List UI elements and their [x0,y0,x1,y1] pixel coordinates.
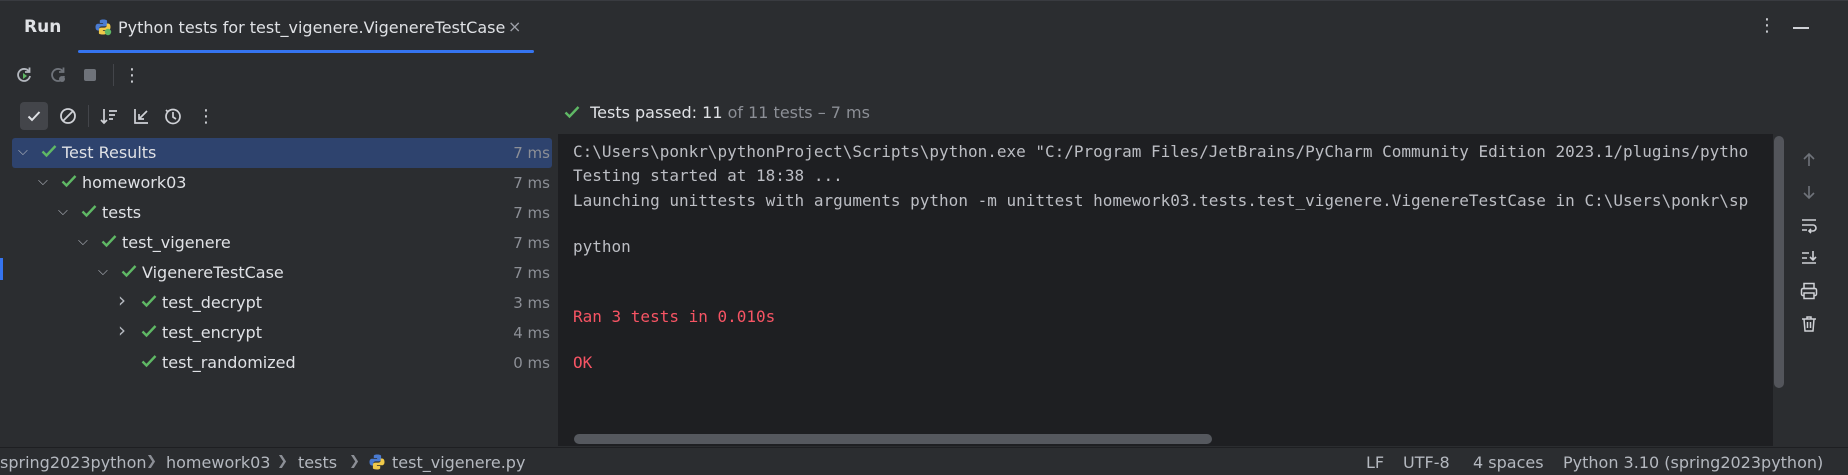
tree-node-duration: 7 ms [513,204,550,222]
tab-bar: Run Python tests for test_vigenere.Vigen… [0,0,1848,53]
tree-node[interactable]: › test_decrypt 3 ms [12,288,552,318]
run-tool-title: Run [24,17,62,37]
tree-node-duration: 7 ms [513,234,550,252]
breadcrumb-project[interactable]: spring2023python [0,453,147,472]
tree-node-label: tests [102,203,142,222]
tab-title: Python tests for test_vigenere.VigenereT… [118,18,506,37]
tree-node-label: Test Results [62,143,157,162]
tree-node-duration: 0 ms [513,354,550,372]
chevron-down-icon[interactable]: ⌵ [38,174,48,189]
tree-node-duration: 7 ms [513,174,550,192]
minimize-icon[interactable] [1793,27,1809,29]
chevron-down-icon[interactable]: ⌵ [78,234,88,249]
success-check-icon [140,293,158,313]
tree-node[interactable]: ⌵ VigenereTestCase 7 ms [12,258,552,288]
tree-node-label: homework03 [82,173,187,192]
arrow-up-icon[interactable] [1797,148,1821,172]
tree-node-duration: 3 ms [513,294,550,312]
success-check-icon [40,143,58,163]
interpreter-widget[interactable]: Python 3.10 (spring2023python) [1563,453,1823,472]
tab-python-tests[interactable]: Python tests for test_vigenere.VigenereT… [82,1,534,54]
indent-widget[interactable]: 4 spaces [1473,453,1544,472]
print-icon[interactable] [1797,279,1821,303]
success-check-icon [60,173,78,193]
chevron-down-icon[interactable]: ⌵ [98,264,108,279]
console-horizontal-scrollbar[interactable] [574,434,1212,444]
ignored-icon[interactable] [56,104,80,128]
tree-node-duration: 7 ms [513,264,550,282]
tree-node[interactable]: ⌵ Test Results 7 ms [12,138,552,168]
breadcrumb-tests[interactable]: tests [298,453,337,472]
console-line: C:\Users\ponkr\pythonProject\Scripts\pyt… [573,142,1749,161]
tests-passed-label: Tests passed: [590,103,698,122]
tree-node-label: test_encrypt [162,323,262,342]
toolbar-separator [113,64,114,86]
python-icon [368,453,386,475]
breadcrumb-homework[interactable]: homework03 [166,453,270,472]
console-line: python [573,237,631,256]
tree-node[interactable]: ⌵ homework03 7 ms [12,168,552,198]
console-line: Testing started at 18:38 ... [573,166,843,185]
sort-icon[interactable] [97,104,121,128]
breadcrumb-file[interactable]: test_vigenere.py [392,453,525,472]
tree-node-duration: 7 ms [513,144,550,162]
toolbar-separator [88,105,89,127]
rerun-failed-icon[interactable] [46,63,70,87]
tree-more-icon[interactable]: ⋮ [194,104,218,128]
console-line: Ran 3 tests in 0.010s [573,307,776,326]
tree-node[interactable]: test_randomized 0 ms [12,348,552,378]
tree-node[interactable]: ⌵ tests 7 ms [12,198,552,228]
stop-icon[interactable] [78,63,102,87]
run-toolbar: ⋮ [0,53,560,95]
success-check-icon [140,353,158,373]
encoding-widget[interactable]: UTF-8 [1403,453,1450,472]
tree-node-duration: 4 ms [513,324,550,342]
python-test-icon [94,18,112,40]
success-check-icon [564,106,580,119]
check-icon[interactable] [22,104,46,128]
tree-node-label: test_randomized [162,353,296,372]
line-ending-widget[interactable]: LF [1366,453,1384,472]
success-check-icon [100,233,118,253]
close-icon[interactable]: × [508,17,521,36]
chevron-right-icon: ❯ [146,454,157,469]
console-output[interactable]: C:\Users\ponkr\pythonProject\Scripts\pyt… [558,134,1773,446]
tree-node-label: VigenereTestCase [142,263,284,282]
import-tests-icon[interactable] [129,104,153,128]
test-tree-toolbar: ⋮ [0,97,560,135]
tree-node[interactable]: › test_encrypt 4 ms [12,318,552,348]
tree-node-label: test_vigenere [122,233,231,252]
soft-wrap-icon[interactable] [1797,213,1821,237]
success-check-icon [120,263,138,283]
tests-passed-count: 11 [702,103,723,122]
success-check-icon [80,203,98,223]
status-bar: spring2023python ❯ homework03 ❯ tests ❯ … [0,447,1848,475]
toolbar-more-icon[interactable]: ⋮ [120,63,144,87]
chevron-right-icon: ❯ [277,454,288,469]
chevron-right-icon: ❯ [349,454,360,469]
chevron-right-icon[interactable]: › [118,318,126,342]
tree-node-label: test_decrypt [162,293,262,312]
history-icon[interactable] [161,104,185,128]
console-line: Launching unittests with arguments pytho… [573,191,1749,210]
console-vertical-scrollbar[interactable] [1774,136,1784,388]
run-tool-window: Run Python tests for test_vigenere.Vigen… [0,0,1848,475]
trash-icon[interactable] [1797,312,1821,336]
arrow-down-icon[interactable] [1797,180,1821,204]
scroll-to-end-icon[interactable] [1797,246,1821,270]
chevron-right-icon[interactable]: › [118,288,126,312]
test-status-summary: Tests passed: 11 of 11 tests – 7 ms [563,103,870,122]
tests-total-text: of 11 tests – 7 ms [727,103,870,122]
chevron-down-icon[interactable]: ⌵ [58,204,68,219]
test-results-tree: ⌵ Test Results 7 ms ⌵ homework03 7 ms ⌵ tests 7 … [0,137,557,447]
more-options-icon[interactable]: ⋮ [1758,15,1776,36]
chevron-down-icon[interactable]: ⌵ [18,144,28,159]
rerun-icon[interactable] [12,63,36,87]
console-line: OK [573,353,593,372]
tree-node[interactable]: ⌵ test_vigenere 7 ms [12,228,552,258]
success-check-icon [140,323,158,343]
